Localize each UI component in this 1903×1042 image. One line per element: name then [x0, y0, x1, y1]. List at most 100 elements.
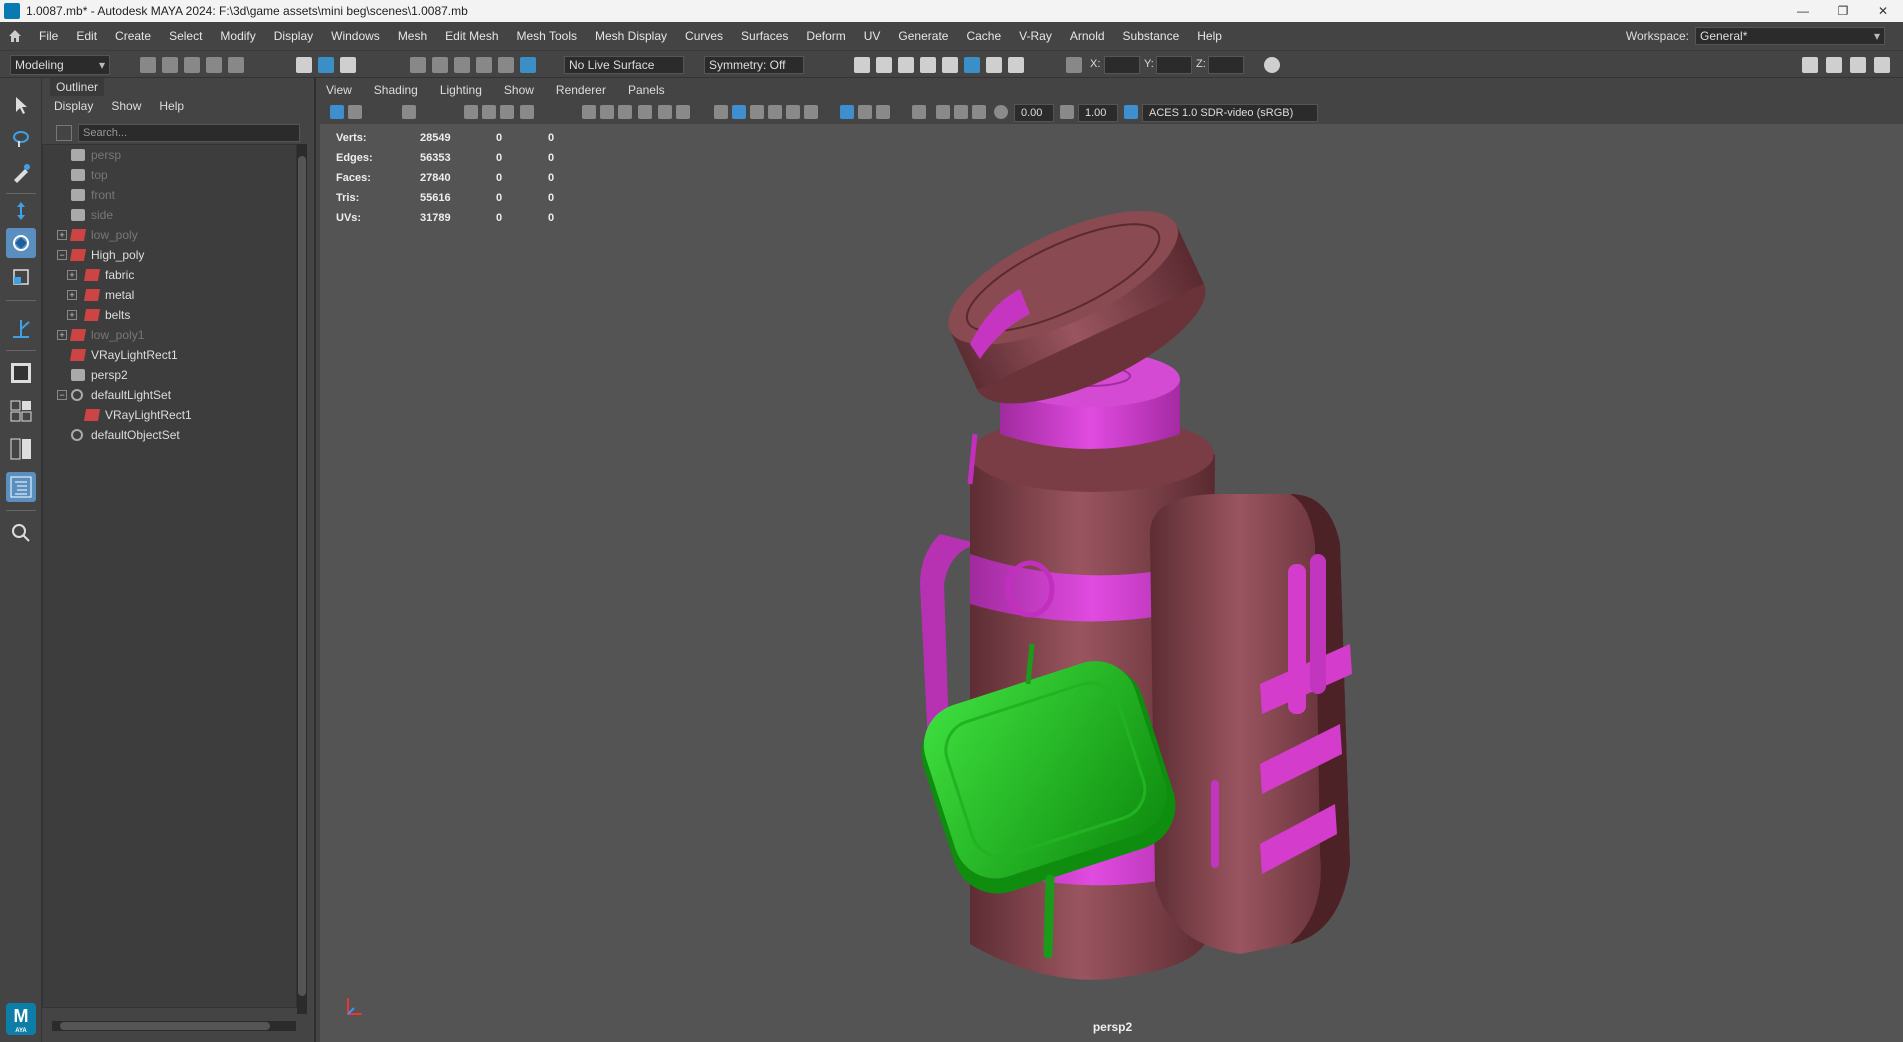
magnet-icon[interactable]: [520, 57, 536, 73]
resolution-gate-icon[interactable]: [600, 105, 614, 119]
menu-generate[interactable]: Generate: [889, 22, 957, 50]
snap-grid-icon[interactable]: [410, 57, 426, 73]
menu-substance[interactable]: Substance: [1114, 22, 1189, 50]
snap-live-icon[interactable]: [498, 57, 514, 73]
safe-title-icon[interactable]: [676, 105, 690, 119]
outliner-row[interactable]: + low_poly: [43, 225, 293, 245]
close-button[interactable]: ✕: [1863, 0, 1903, 22]
menu-curves[interactable]: Curves: [676, 22, 732, 50]
undo-icon[interactable]: [206, 57, 222, 73]
render-view-icon[interactable]: [854, 57, 870, 73]
select-object-icon[interactable]: [318, 57, 334, 73]
field-chart-icon[interactable]: [638, 105, 652, 119]
2d-pan-zoom-icon[interactable]: [482, 105, 496, 119]
backface-icon[interactable]: [912, 105, 926, 119]
outliner-row[interactable]: + belts: [43, 305, 293, 325]
paint-select-icon[interactable]: [6, 158, 36, 188]
scrollbar-thumb[interactable]: [60, 1022, 270, 1030]
vray-ipr-icon[interactable]: [986, 57, 1002, 73]
four-view-layout-icon[interactable]: [6, 396, 36, 426]
menu-mesh-tools[interactable]: Mesh Tools: [508, 22, 586, 50]
gamma-icon[interactable]: [1060, 105, 1074, 119]
exposure-icon[interactable]: [994, 105, 1008, 119]
menu-modify[interactable]: Modify: [211, 22, 264, 50]
outliner-row[interactable]: VRayLightRect1: [43, 405, 293, 425]
shadows-icon[interactable]: [804, 105, 818, 119]
lasso-tool-icon[interactable]: [6, 124, 36, 154]
x-field[interactable]: [1104, 56, 1140, 74]
anti-aliasing-icon[interactable]: [954, 105, 968, 119]
snap-view-plane-icon[interactable]: [476, 57, 492, 73]
outliner-tab[interactable]: Outliner: [50, 78, 105, 96]
hypershade-icon[interactable]: [942, 57, 958, 73]
single-perspective-layout-icon[interactable]: [6, 358, 36, 388]
panel-menu-renderer[interactable]: Renderer: [556, 83, 606, 97]
menu-select[interactable]: Select: [160, 22, 211, 50]
home-icon[interactable]: [0, 22, 30, 50]
filter-icon[interactable]: [56, 125, 72, 141]
gamma-field[interactable]: 1.00: [1078, 104, 1118, 122]
vray-render-icon[interactable]: [964, 57, 980, 73]
outliner-row[interactable]: front: [43, 185, 293, 205]
menu-create[interactable]: Create: [106, 22, 160, 50]
outliner-row[interactable]: defaultObjectSet: [43, 425, 293, 445]
gate-mask-icon[interactable]: [618, 105, 632, 119]
expand-icon[interactable]: +: [67, 290, 77, 300]
menu-deform[interactable]: Deform: [797, 22, 854, 50]
outliner-row[interactable]: persp: [43, 145, 293, 165]
depth-of-field-icon[interactable]: [972, 105, 986, 119]
symmetry-dropdown[interactable]: Symmetry: Off: [704, 56, 804, 74]
workspace-dropdown[interactable]: General*: [1695, 27, 1885, 45]
menu-edit[interactable]: Edit: [67, 22, 106, 50]
menu-help[interactable]: Help: [1188, 22, 1231, 50]
persp-outliner-layout-icon[interactable]: [6, 434, 36, 464]
select-camera-icon[interactable]: [330, 105, 344, 119]
menu-vray[interactable]: V-Ray: [1010, 22, 1061, 50]
tool-settings-icon[interactable]: [1850, 57, 1866, 73]
bookmark-icon[interactable]: [464, 105, 478, 119]
wireframe-icon[interactable]: [714, 105, 728, 119]
wireframe-on-shaded-icon[interactable]: [750, 105, 764, 119]
outliner-row[interactable]: + low_poly1: [43, 325, 293, 345]
grid-icon[interactable]: [582, 105, 596, 119]
render-current-icon[interactable]: [876, 57, 892, 73]
outliner-menu-help[interactable]: Help: [159, 99, 184, 113]
outliner-row[interactable]: persp2: [43, 365, 293, 385]
ipr-render-icon[interactable]: [898, 57, 914, 73]
select-tool-icon[interactable]: [6, 90, 36, 120]
search-icon[interactable]: [6, 518, 36, 548]
move-tool-icon[interactable]: [6, 196, 36, 226]
outliner-row[interactable]: VRayLightRect1: [43, 345, 293, 365]
image-plane-icon[interactable]: [402, 105, 416, 119]
menuset-dropdown[interactable]: Modeling: [10, 55, 110, 75]
render-settings-icon[interactable]: [920, 57, 936, 73]
sign-in-icon[interactable]: [1264, 57, 1280, 73]
panel-menu-shading[interactable]: Shading: [374, 83, 418, 97]
safe-action-icon[interactable]: [658, 105, 672, 119]
select-component-icon[interactable]: [340, 57, 356, 73]
smooth-shade-icon[interactable]: [732, 105, 746, 119]
transform-mode-icon[interactable]: [1066, 57, 1082, 73]
textured-icon[interactable]: [768, 105, 782, 119]
menu-edit-mesh[interactable]: Edit Mesh: [436, 22, 507, 50]
colorspace-dropdown[interactable]: ACES 1.0 SDR-video (sRGB): [1142, 104, 1318, 122]
panel-menu-show[interactable]: Show: [504, 83, 534, 97]
menu-mesh-display[interactable]: Mesh Display: [586, 22, 676, 50]
ambient-occlusion-icon[interactable]: [936, 105, 950, 119]
outliner-menu-show[interactable]: Show: [111, 99, 141, 113]
outliner-horizontal-scrollbar[interactable]: [52, 1021, 296, 1031]
outliner-vertical-scrollbar[interactable]: [297, 144, 307, 1014]
menu-surfaces[interactable]: Surfaces: [732, 22, 797, 50]
menu-uv[interactable]: UV: [855, 22, 890, 50]
xray-icon[interactable]: [858, 105, 872, 119]
open-scene-icon[interactable]: [162, 57, 178, 73]
menu-cache[interactable]: Cache: [957, 22, 1010, 50]
z-field[interactable]: [1208, 56, 1244, 74]
snap-point-icon[interactable]: [454, 57, 470, 73]
expand-icon[interactable]: +: [57, 230, 67, 240]
exposure-field[interactable]: 0.00: [1014, 104, 1054, 122]
collapse-icon[interactable]: −: [57, 390, 67, 400]
outliner-row[interactable]: + fabric: [43, 265, 293, 285]
menu-arnold[interactable]: Arnold: [1061, 22, 1114, 50]
scale-tool-icon[interactable]: [6, 262, 36, 292]
